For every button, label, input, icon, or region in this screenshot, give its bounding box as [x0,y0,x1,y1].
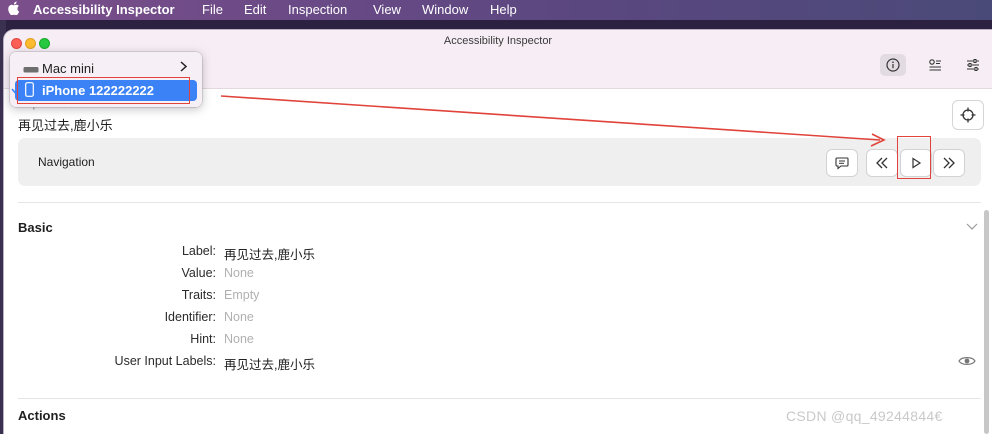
watermark: CSDN @qq_49244844€ [786,408,943,424]
annotation-arrow [220,95,886,147]
